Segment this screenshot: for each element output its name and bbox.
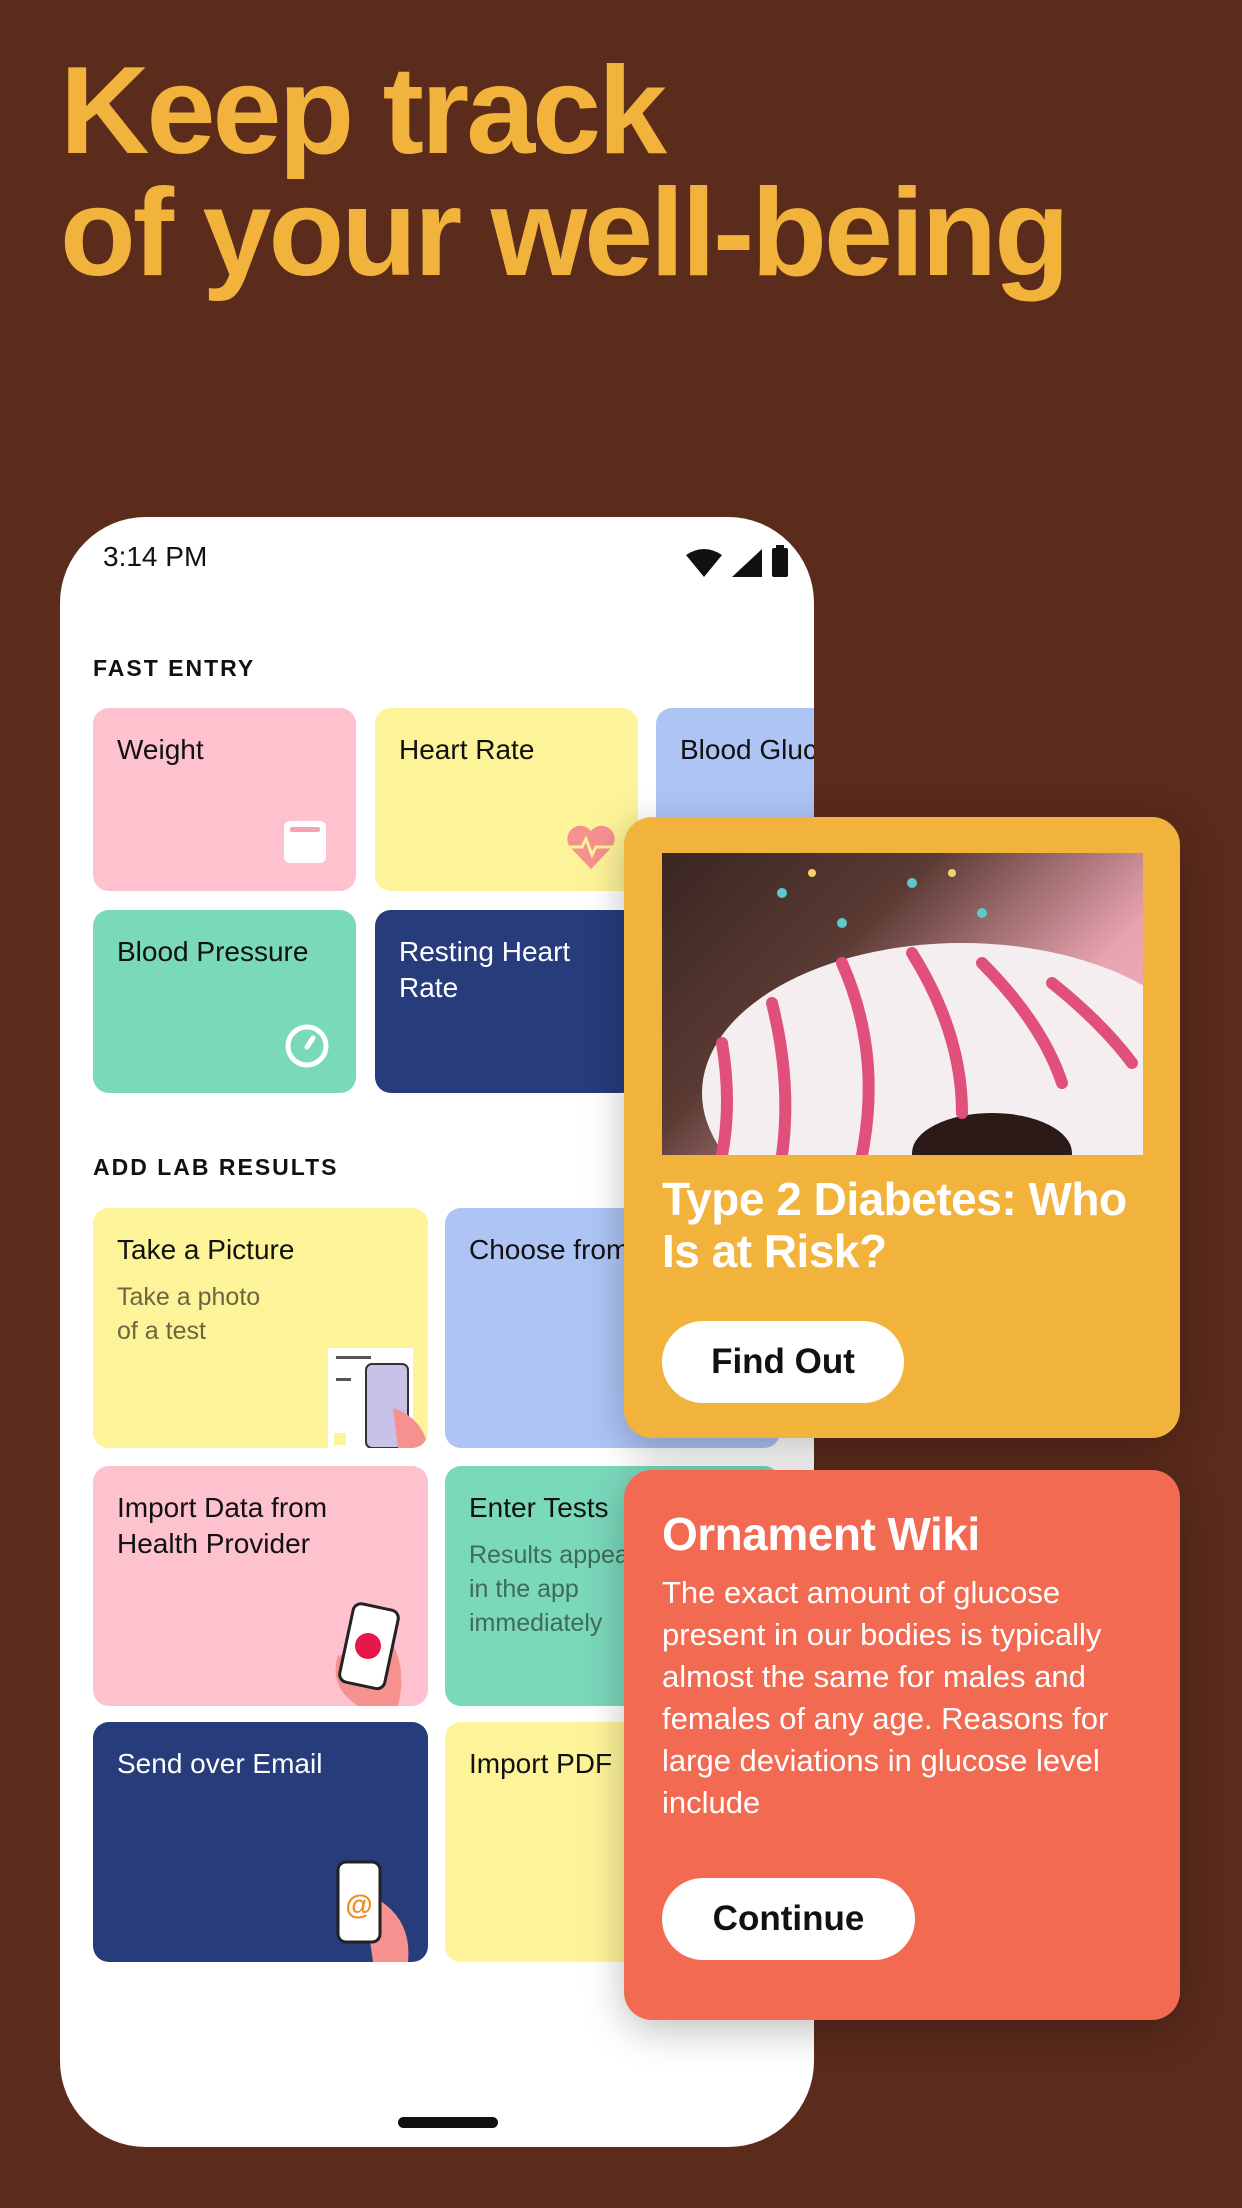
headline-line-2: of your well-being: [60, 164, 1070, 302]
svg-text:@: @: [345, 1889, 372, 1920]
gauge-icon: [285, 1024, 329, 1068]
article-title: Type 2 Diabetes: Who Is at Risk?: [662, 1173, 1127, 1277]
tile-label: Weight: [117, 734, 204, 765]
headline: Keep track of your well-being: [60, 42, 1070, 302]
continue-button[interactable]: Continue: [662, 1878, 915, 1960]
tile-take-picture[interactable]: Take a Picture Take a photo of a test: [93, 1208, 428, 1448]
tile-label: Heart Rate: [399, 734, 535, 765]
status-icons: [686, 545, 788, 577]
tile-subtitle: Take a photo of a test: [117, 1283, 261, 1345]
donut-image: [662, 853, 1143, 1155]
tile-subtitle: Results appear in the app immediately: [469, 1541, 638, 1637]
tile-import-health-provider[interactable]: Import Data from Health Provider: [93, 1466, 428, 1706]
battery-icon: [772, 545, 788, 577]
article-card[interactable]: Type 2 Diabetes: Who Is at Risk? Find Ou…: [624, 817, 1180, 1438]
tile-label: Take a Picture: [117, 1234, 295, 1265]
tile-weight[interactable]: Weight: [93, 708, 356, 891]
lab-results-heading: ADD LAB RESULTS: [93, 1154, 339, 1180]
fast-entry-heading: FAST ENTRY: [93, 655, 256, 681]
home-indicator[interactable]: [398, 2117, 498, 2128]
tile-resting-heart-rate[interactable]: Resting Heart Rate: [375, 910, 638, 1093]
find-out-button[interactable]: Find Out: [662, 1321, 904, 1403]
wiki-title: Ornament Wiki: [662, 1508, 980, 1560]
tile-label: Import Data from Health Provider: [117, 1492, 328, 1559]
phone-share-illustration: [335, 1602, 402, 1706]
tile-blood-pressure[interactable]: Blood Pressure: [93, 910, 356, 1093]
document-phone-illustration: [328, 1348, 428, 1448]
status-time: 3:14 PM: [103, 541, 208, 572]
wifi-icon: [686, 549, 722, 577]
tile-label: Blood Pressure: [117, 936, 309, 967]
signal-icon: [732, 549, 762, 577]
wiki-body: The exact amount of glucose present in o…: [662, 1575, 1109, 1820]
tile-label: Resting Heart Rate: [399, 936, 571, 1003]
scale-icon: [284, 821, 326, 863]
heart-pulse-icon: [567, 825, 615, 869]
tile-heart-rate[interactable]: Heart Rate: [375, 708, 638, 891]
phone-email-illustration: @: [336, 1860, 409, 1962]
wiki-card: Ornament Wiki The exact amount of glucos…: [624, 1470, 1180, 2020]
tile-label: Blood Gluc: [680, 734, 814, 765]
headline-line-1: Keep track: [60, 42, 667, 180]
tile-label: Send over Email: [117, 1748, 323, 1779]
tile-send-email[interactable]: Send over Email @: [93, 1722, 428, 1962]
